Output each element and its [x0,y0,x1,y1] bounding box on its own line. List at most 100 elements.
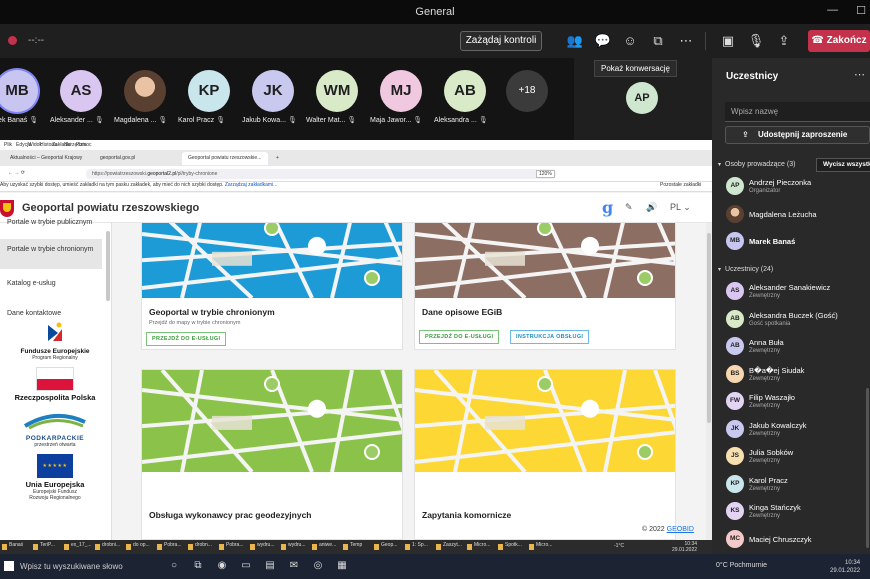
participant-row[interactable]: BS B�a�ej Siudak Zewnętrzny [726,363,870,387]
shared-taskbar-item[interactable]: ex_17_... [64,542,92,552]
chat-icon[interactable]: 💬 [594,32,612,50]
panel-scrollbar[interactable] [866,388,869,548]
manage-bookmarks-link[interactable]: Zarządzaj zakładkami... [225,182,278,188]
speaker-icon[interactable]: 🔊 [646,202,657,213]
chrome-icon[interactable]: ◎ [312,560,324,572]
shared-taskbar-item[interactable]: wydru... [281,542,306,552]
shared-taskbar-item[interactable]: Micro... [467,542,490,552]
menu-item[interactable]: Plik [4,142,12,148]
shared-taskbar-item[interactable]: Micro... [529,542,552,552]
tab-geoportal-gov[interactable]: geoportal.gov.pl [94,152,180,165]
zoom-level[interactable]: 120% [536,170,555,178]
contrast-icon[interactable]: ✎ [625,202,633,213]
mute-all-button[interactable]: Wycisz wszystkich [816,158,870,172]
participant-avatar[interactable]: AB [444,70,486,112]
reactions-icon[interactable]: ☺ [621,32,639,50]
participant-avatar[interactable]: KP [188,70,230,112]
sidebar-item-public[interactable]: Portale w trybie publicznym [0,219,102,231]
shared-taskbar-item[interactable]: Banaś [2,542,23,552]
participant-row[interactable]: FW Filip Waszajło Zewnętrzny [726,390,870,414]
shared-taskbar-item[interactable]: Zaszyt... [436,542,462,552]
more-options-icon[interactable]: ⋯ [854,68,865,81]
search-icon[interactable]: ○ [168,560,180,572]
address-field[interactable]: https://powiatrzeszowski.geoportal2.pl/p… [86,169,556,179]
participant-row[interactable]: MB Marek Banaś [726,230,870,254]
shared-taskbar-item[interactable]: Pobra... [219,542,244,552]
participant-avatar[interactable]: WM [316,70,358,112]
geobid-link[interactable]: GEOBID [667,526,694,533]
organizers-section-header[interactable]: ▾ Osoby prowadzące (3) [718,161,795,168]
share-screen-icon[interactable]: ⇪ [775,32,793,50]
participant-avatar[interactable]: JK [252,70,294,112]
tab-geoportal-krajowy[interactable]: Aktualności – Geoportal Krajowy [4,152,92,165]
sidebar-item-contact[interactable]: Dane kontaktowe [0,310,102,317]
participant-avatar[interactable]: MJ [380,70,422,112]
shared-taskbar-item[interactable]: aniwe... [312,542,336,552]
rooms-icon[interactable]: ⧉ [649,32,667,50]
participant-search-input[interactable]: Wpisz nazwę [725,102,870,122]
participant-avatar[interactable]: AS [60,70,102,112]
request-control-button[interactable]: Zażądaj kontroli [460,31,542,51]
shared-taskbar-item[interactable]: wydru... [250,542,275,552]
card-protected-geoportal[interactable]: Geoportal w trybie chronionym Przejdź do… [141,223,403,350]
language-select[interactable]: PL ⌄ [670,202,691,213]
user-manual-button[interactable]: INSTRUKCJA OBSŁUGI [510,330,590,344]
participants-icon[interactable]: 👥 [566,32,584,50]
shared-taskbar-item[interactable]: TeriP... [33,542,55,552]
other-bookmarks[interactable]: Pozostałe zakładki [660,182,701,188]
participant-row[interactable]: AS Aleksander Sanakiewicz Zewnętrzny [726,280,870,304]
more-participants-button[interactable]: +18 [506,70,548,112]
shared-taskbar-item[interactable]: Pobra... [157,542,182,552]
shared-taskbar-item[interactable]: Temp [343,542,362,552]
participant-row[interactable]: AP Andrzej Pieczonka Organizator [726,175,870,199]
sidebar-item-eservices[interactable]: Katalog e-usług [0,280,102,287]
shared-taskbar-item[interactable]: Geop... [374,542,397,552]
shared-taskbar-item[interactable]: do op... [126,542,150,552]
maximize-icon[interactable]: ☐ [856,4,866,17]
participant-row[interactable]: Magdalena Leżucha [726,203,870,227]
go-to-eservice-button[interactable]: PRZEJDŹ DO E-USŁUGI [419,330,500,344]
weather-widget[interactable]: 0°C Pochmurnie [716,562,767,569]
participant-row[interactable]: JK Jakub Kowalczyk Zewnętrzny [726,418,870,442]
participant-row[interactable]: MC Maciej Chruszczyk [726,528,870,552]
file-explorer-icon[interactable]: ▭ [240,560,252,572]
participant-row[interactable]: AB Aleksandra Buczek (Gość) Gość spotkania [726,308,870,332]
card-egib-data[interactable]: Dane opisowe EGiB PRZEJDŹ DO E-USŁUGI IN… [414,223,676,350]
shared-taskbar-item[interactable]: 1: Sp... [405,542,428,552]
participant-row[interactable]: JS Julia Sobków Zewnętrzny [726,445,870,469]
store-icon[interactable]: ▤ [264,560,276,572]
site-title[interactable]: Geoportal powiatu rzeszowskiego [22,202,199,214]
participant-row[interactable]: KP Karol Pracz Zewnętrzny [726,473,870,497]
google-translate-icon[interactable]: g [602,198,613,217]
participant-row[interactable]: AB Anna Buła Zewnętrzny [726,335,870,359]
edge-icon[interactable]: ◉ [216,560,228,572]
participant-row[interactable]: KS Kinga Stańczyk Zewnętrzny [726,500,870,524]
card-surveyor-service[interactable]: Obsługa wykonawcy prac geodezyjnych [141,369,403,540]
page-scrollbar-thumb[interactable] [707,233,711,423]
more-icon[interactable]: ⋯ [677,32,695,50]
shared-taskbar-item[interactable]: drobni... [95,542,120,552]
teams-icon[interactable]: ▦ [336,560,348,572]
minimize-icon[interactable]: — [827,4,838,17]
nav-buttons-icon[interactable]: ← → ⟳ [2,167,31,180]
shared-taskbar-item[interactable]: Spotk... [498,542,522,552]
participant-avatar[interactable] [124,70,166,112]
end-call-button[interactable]: ☎ Zakończ [808,30,870,52]
participant-avatar[interactable]: MB [0,70,38,112]
mic-off-icon[interactable]: 🎙 [747,32,765,50]
taskbar-search-input[interactable]: Wpisz tu wyszukiwane słowo [0,556,158,577]
system-clock[interactable]: 10:34 29.01.2022 [830,559,860,575]
camera-off-icon[interactable]: ▣ [719,32,737,50]
card-bailiff-queries[interactable]: Zapytania komornicze [414,369,676,540]
tab-geoportal-rzeszow[interactable]: Geoportal powiatu rzeszowskie... [182,152,268,165]
share-invite-button[interactable]: ⇪ Udostępnij zaproszenie [725,126,870,144]
go-to-eservice-button[interactable]: PRZEJDŹ DO E-USŁUGI [146,332,227,346]
task-view-icon[interactable]: ⧉ [192,560,204,572]
shared-taskbar-item[interactable]: drobn... [188,542,212,552]
sidebar-item-protected[interactable]: Portale w trybie chronionym [0,239,102,269]
mail-icon[interactable]: ✉ [288,560,300,572]
attendees-section-header[interactable]: ▾ Uczestnicy (24) [718,266,773,273]
menu-item[interactable]: Pomoc [76,142,92,148]
sidebar-scrollbar[interactable] [106,231,110,301]
overflow-tile[interactable]: Pokaż konwersację AP [574,58,712,140]
